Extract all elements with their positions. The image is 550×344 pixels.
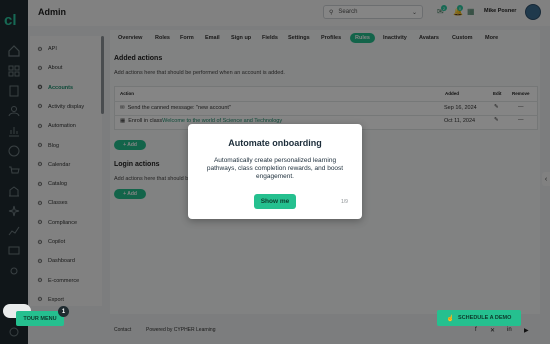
hand-icon: ☝ <box>446 315 455 322</box>
schedule-demo-label: SCHEDULE A DEMO <box>458 315 512 321</box>
tour-step-counter: 1/9 <box>341 199 348 205</box>
tour-menu-button[interactable]: TOUR MENU <box>16 311 64 326</box>
schedule-demo-button[interactable]: ☝ SCHEDULE A DEMO <box>437 310 521 326</box>
tour-menu-badge: 1 <box>58 306 69 317</box>
tour-dialog-title: Automate onboarding <box>228 138 322 148</box>
tour-dialog-body: Automatically create personalized learni… <box>206 157 344 180</box>
show-me-button[interactable]: Show me <box>254 194 296 209</box>
